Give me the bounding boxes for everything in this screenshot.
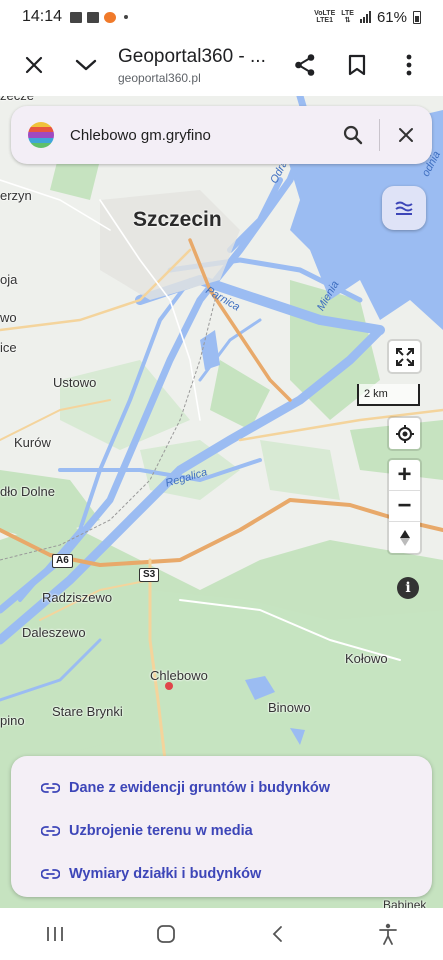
search-button[interactable] bbox=[327, 109, 379, 161]
fullscreen-icon bbox=[395, 347, 414, 366]
info-button[interactable]: i bbox=[397, 577, 419, 599]
page-title-block: Geoportal360 - ... geoportal360.pl bbox=[112, 46, 279, 85]
browser-toolbar: Geoportal360 - ... geoportal360.pl bbox=[0, 34, 443, 96]
document-notification-icon bbox=[87, 11, 100, 23]
place-label: Binowo bbox=[268, 700, 311, 715]
recent-apps-icon bbox=[47, 927, 64, 941]
system-navigation-bar bbox=[0, 908, 443, 960]
search-card: Chlebowo gm.gryfino bbox=[11, 106, 432, 164]
lte-indicator: LTE ⇅ bbox=[341, 10, 354, 24]
back-icon bbox=[272, 926, 282, 942]
search-input[interactable]: Chlebowo gm.gryfino bbox=[70, 127, 327, 144]
back-button[interactable] bbox=[252, 914, 302, 954]
firefox-notification-icon bbox=[104, 11, 117, 23]
place-label: zecze bbox=[0, 96, 34, 103]
status-time: 14:14 bbox=[22, 8, 63, 25]
links-panel: Dane z ewidencji gruntów i budynków Uzbr… bbox=[11, 756, 432, 897]
link-label: Wymiary działki i budynków bbox=[69, 865, 262, 882]
link-label: Dane z ewidencji gruntów i budynków bbox=[69, 779, 331, 796]
compass-icon bbox=[399, 529, 410, 546]
link-dimensions[interactable]: Wymiary działki i budynków bbox=[11, 852, 432, 895]
home-icon bbox=[157, 925, 176, 943]
locate-me-button[interactable] bbox=[389, 418, 420, 449]
place-label: Daleszewo bbox=[22, 625, 86, 640]
crosshair-icon bbox=[395, 424, 414, 443]
pdf-notification-icon bbox=[70, 11, 83, 23]
link-icon bbox=[41, 782, 60, 793]
more-vertical-icon bbox=[406, 54, 412, 76]
zoom-in-button[interactable]: + bbox=[389, 460, 420, 491]
place-label: Radziszewo bbox=[42, 590, 113, 605]
place-label: pino bbox=[0, 713, 25, 728]
fullscreen-button[interactable] bbox=[389, 341, 420, 372]
zoom-out-button[interactable]: − bbox=[389, 491, 420, 522]
place-label: Kołowo bbox=[345, 651, 388, 666]
compass-button[interactable] bbox=[389, 522, 420, 553]
place-label: Ustowo bbox=[53, 375, 97, 390]
close-icon bbox=[399, 128, 413, 142]
battery-percent: 61% bbox=[376, 8, 407, 26]
home-button[interactable] bbox=[141, 914, 191, 954]
link-icon bbox=[41, 825, 60, 836]
place-label: erzyn bbox=[0, 188, 32, 203]
status-bar: 14:14 VoLTE LTE1 LTE ⇅ 61% bbox=[0, 0, 443, 34]
place-label: Kurów bbox=[14, 435, 51, 450]
scale-bar: 2 km bbox=[357, 384, 420, 406]
notification-icons bbox=[70, 11, 129, 23]
link-land-registry[interactable]: Dane z ewidencji gruntów i budynków bbox=[11, 766, 432, 809]
signal-icon bbox=[359, 11, 371, 23]
accessibility-icon bbox=[378, 923, 397, 945]
geoportal-logo-icon bbox=[28, 122, 54, 148]
more-options-button[interactable] bbox=[383, 39, 435, 91]
chevron-down-icon bbox=[75, 59, 97, 71]
recent-apps-button[interactable] bbox=[30, 914, 80, 954]
minimize-tab-button[interactable] bbox=[60, 39, 112, 91]
page-url: geoportal360.pl bbox=[118, 70, 201, 85]
link-utilities[interactable]: Uzbrojenie terenu w media bbox=[11, 809, 432, 852]
share-icon bbox=[295, 54, 315, 76]
place-label: oja bbox=[0, 272, 18, 287]
close-tab-button[interactable] bbox=[8, 39, 60, 91]
place-label: ice bbox=[0, 340, 17, 355]
zoom-controls: + − bbox=[389, 460, 420, 553]
place-label-city: Szczecin bbox=[133, 208, 222, 231]
share-button[interactable] bbox=[279, 39, 331, 91]
bookmark-button[interactable] bbox=[331, 39, 383, 91]
place-label: dło Dolne bbox=[0, 484, 55, 499]
layers-icon bbox=[395, 201, 413, 215]
battery-icon bbox=[413, 10, 421, 24]
place-label: wo bbox=[0, 310, 17, 325]
road-shield-s3: S3 bbox=[139, 568, 160, 582]
layers-button[interactable] bbox=[382, 186, 426, 230]
link-label: Uzbrojenie terenu w media bbox=[69, 822, 253, 839]
bookmark-icon bbox=[348, 54, 366, 76]
road-shield-a6: A6 bbox=[52, 554, 73, 568]
close-icon bbox=[25, 56, 43, 74]
accessibility-button[interactable] bbox=[363, 914, 413, 954]
clear-search-button[interactable] bbox=[380, 109, 432, 161]
volte-indicator: VoLTE LTE1 bbox=[314, 10, 336, 24]
more-notifications-icon bbox=[124, 15, 129, 19]
place-label: Stare Brynki bbox=[52, 704, 123, 719]
place-label: Chlebowo bbox=[150, 668, 208, 683]
page-title: Geoportal360 - ... bbox=[118, 45, 266, 67]
location-marker[interactable] bbox=[165, 682, 173, 690]
search-icon bbox=[343, 125, 363, 145]
link-icon bbox=[41, 868, 60, 879]
place-label: Babinek bbox=[383, 898, 427, 908]
